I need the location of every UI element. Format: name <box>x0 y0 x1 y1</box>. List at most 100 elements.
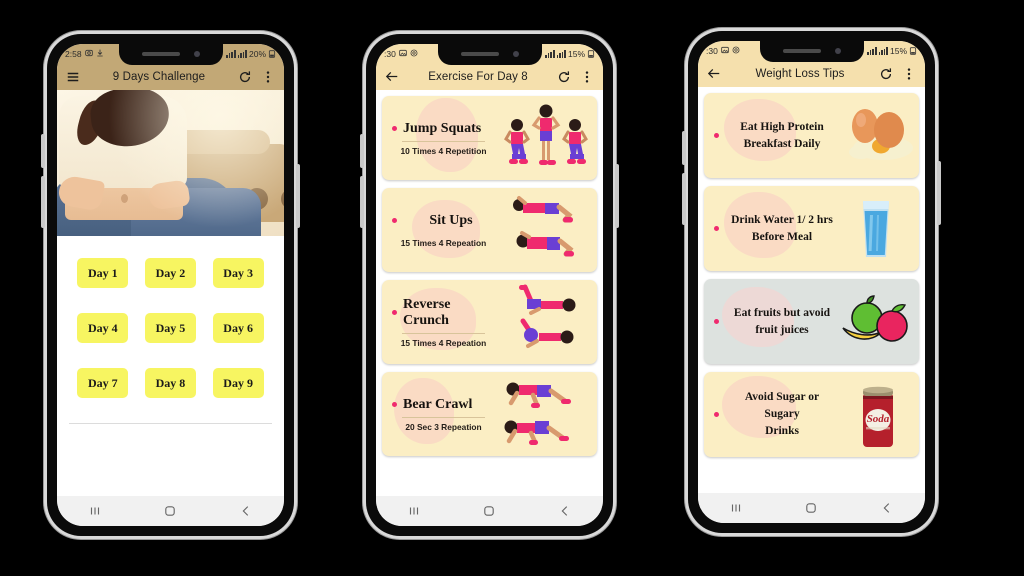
power-button[interactable] <box>615 164 619 228</box>
page-title: 9 Days Challenge <box>112 70 206 83</box>
more-vertical-icon[interactable] <box>902 67 916 81</box>
tip-card[interactable]: Eat High Protein Breakfast Daily <box>704 93 919 178</box>
signal-icon <box>237 49 247 58</box>
battery-icon <box>268 49 276 58</box>
at-icon <box>732 46 740 56</box>
app-bar: Weight Loss Tips <box>698 60 925 87</box>
notch <box>437 44 542 65</box>
volume-up-button[interactable] <box>360 134 364 168</box>
battery-icon <box>587 49 595 58</box>
volume-up-button[interactable] <box>41 134 45 168</box>
exercise-card[interactable]: Bear Crawl 20 Sec 3 Repeation <box>382 372 597 456</box>
tip-text: Drink Water 1/ 2 hrs Before Meal <box>727 212 837 245</box>
recents-icon[interactable] <box>85 501 105 521</box>
day-row: Day 1 Day 2 Day 3 <box>69 258 272 288</box>
signal-icon <box>878 46 888 55</box>
exercise-card[interactable]: Sit Ups 15 Times 4 Repeation <box>382 188 597 272</box>
back-arrow-icon[interactable] <box>385 70 399 84</box>
exercise-card[interactable]: Jump Squats 10 Times 4 Repetition <box>382 96 597 180</box>
earpiece-speaker <box>782 49 821 53</box>
bullet-dot <box>714 319 719 324</box>
fruits-illustration <box>837 290 913 354</box>
power-button[interactable] <box>937 161 941 225</box>
exercise-card[interactable]: Reverse Crunch 15 Times 4 Repeation <box>382 280 597 364</box>
day-button[interactable]: Day 8 <box>144 368 196 398</box>
signal-icon <box>545 49 555 58</box>
day-button[interactable]: Day 5 <box>144 313 196 343</box>
tip-line-2: Drinks <box>765 424 799 437</box>
soda-can-illustration: Soda <box>837 383 913 447</box>
phone-device-3: :30 15% Weight Loss Tips Eat High Protei… <box>682 31 941 533</box>
refresh-icon[interactable] <box>238 70 252 84</box>
status-time: :30 <box>706 45 718 56</box>
refresh-icon[interactable] <box>557 70 571 84</box>
exercise-list[interactable]: Jump Squats 10 Times 4 Repetition Sit Up… <box>376 90 603 496</box>
back-icon[interactable] <box>236 501 256 521</box>
day-button[interactable]: Day 2 <box>144 258 196 288</box>
day-grid: Day 1 Day 2 Day 3 Day 4 Day 5 Day 6 Day … <box>57 236 284 496</box>
jump-squats-illustration <box>499 99 591 177</box>
divider <box>402 416 485 418</box>
exercise-detail: 15 Times 4 Repeation <box>400 237 487 248</box>
status-time: :30 <box>384 48 396 59</box>
exercise-name: Reverse Crunch <box>403 296 451 328</box>
home-icon[interactable] <box>479 501 499 521</box>
back-arrow-icon[interactable] <box>707 67 721 81</box>
tip-line-1: Avoid Sugar or Sugary <box>744 391 820 421</box>
day-button[interactable]: Day 7 <box>77 368 129 398</box>
tip-text: Avoid Sugar or Sugary Drinks <box>727 389 837 439</box>
status-bar: :30 15% <box>376 44 603 65</box>
back-icon[interactable] <box>877 498 897 518</box>
signal-icon <box>226 49 236 58</box>
home-icon[interactable] <box>801 498 821 518</box>
volume-down-button[interactable] <box>41 176 45 228</box>
tip-line-2: fruit juices <box>755 323 809 336</box>
exercise-detail: 20 Sec 3 Repeation <box>405 421 482 432</box>
exercise-name: Jump Squats <box>403 120 482 136</box>
recents-icon[interactable] <box>726 498 746 518</box>
phone-2-screen: :30 15% Exercise For Day 8 Jump Squats 1… <box>376 44 603 526</box>
tip-card[interactable]: Eat fruits but avoid fruit juices <box>704 279 919 364</box>
hero-image <box>57 90 284 236</box>
back-icon[interactable] <box>555 501 575 521</box>
exercise-detail: 15 Times 4 Repeation <box>400 337 487 348</box>
front-camera <box>834 48 841 54</box>
more-vertical-icon[interactable] <box>261 70 275 84</box>
day-button[interactable]: Day 3 <box>212 258 264 288</box>
volume-down-button[interactable] <box>682 173 686 225</box>
status-bar: :30 15% <box>698 41 925 62</box>
refresh-icon[interactable] <box>879 67 893 81</box>
volume-up-button[interactable] <box>682 131 686 165</box>
bullet-dot <box>392 310 397 315</box>
notch <box>759 41 864 62</box>
recents-icon[interactable] <box>404 501 424 521</box>
day-button[interactable]: Day 4 <box>77 313 129 343</box>
bullet-dot <box>392 402 397 407</box>
phone-1-screen: 2:58 20% 9 Days Challenge Day 1 Day 2 Da… <box>57 44 284 526</box>
battery-percent: 15% <box>889 45 907 56</box>
more-vertical-icon[interactable] <box>580 70 594 84</box>
front-camera <box>512 51 519 57</box>
download-icon <box>96 49 104 59</box>
image-icon <box>399 49 407 59</box>
volume-down-button[interactable] <box>360 176 364 228</box>
day-button[interactable]: Day 9 <box>212 368 264 398</box>
day-row: Day 4 Day 5 Day 6 <box>69 313 272 343</box>
hamburger-menu-icon[interactable] <box>66 70 80 84</box>
android-nav-bar <box>376 496 603 526</box>
divider <box>69 423 272 424</box>
tip-text: Eat fruits but avoid fruit juices <box>727 305 837 338</box>
home-icon[interactable] <box>160 501 180 521</box>
day-button[interactable]: Day 1 <box>77 258 129 288</box>
tip-card[interactable]: Avoid Sugar or Sugary Drinks Soda <box>704 372 919 457</box>
earpiece-speaker <box>141 52 180 56</box>
bullet-dot <box>714 411 719 417</box>
phone-device-2: :30 15% Exercise For Day 8 Jump Squats 1… <box>360 34 619 536</box>
tip-card[interactable]: Drink Water 1/ 2 hrs Before Meal <box>704 186 919 271</box>
tips-list[interactable]: Eat High Protein Breakfast Daily Drink W… <box>698 87 925 493</box>
day-button[interactable]: Day 6 <box>212 313 264 343</box>
front-camera <box>193 51 200 57</box>
exercise-name: Sit Ups <box>429 212 473 228</box>
power-button[interactable] <box>296 164 300 228</box>
status-time: 2:58 <box>65 48 82 59</box>
